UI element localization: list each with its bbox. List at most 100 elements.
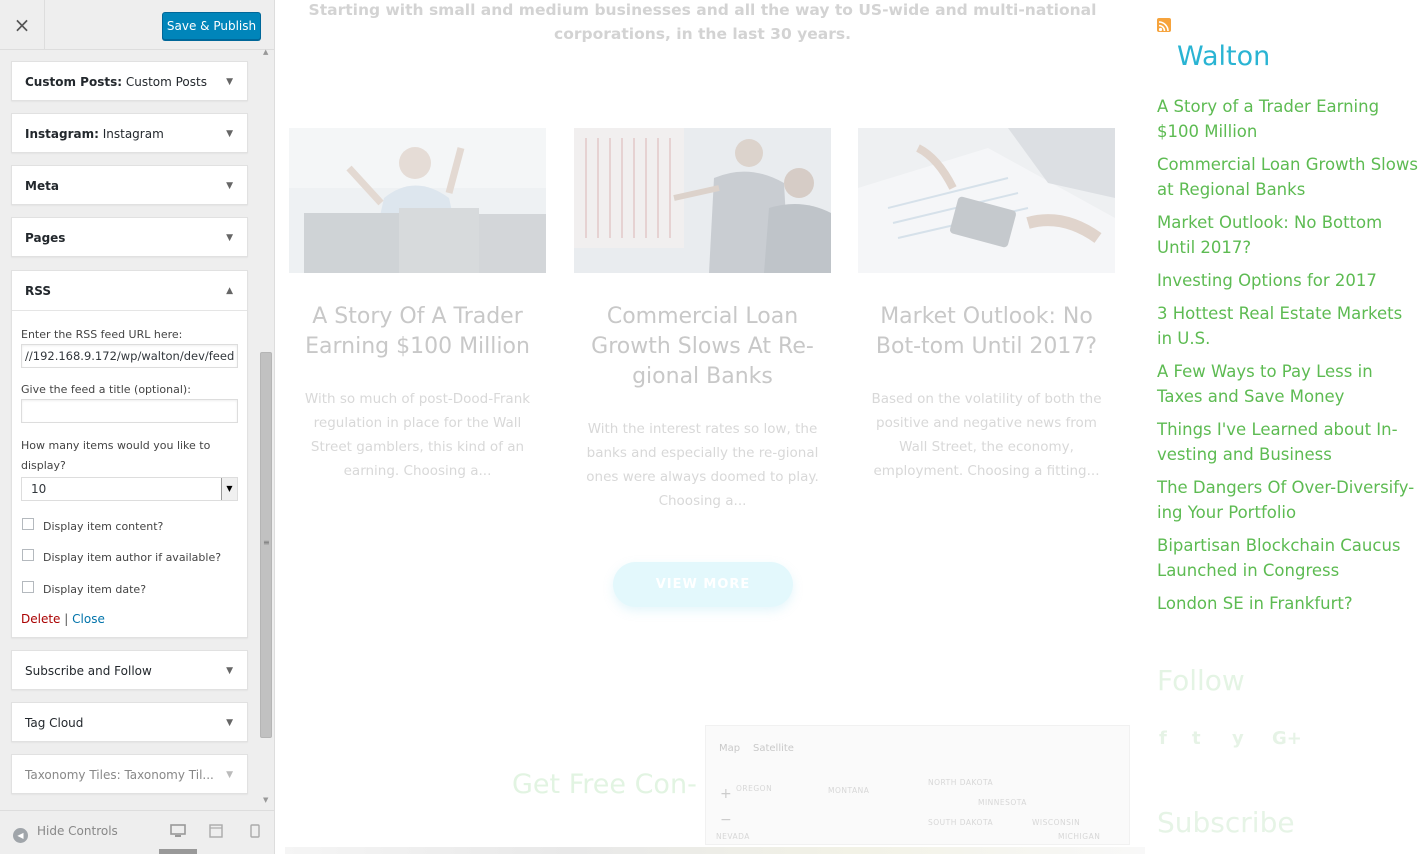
map[interactable]: Map Satellite + − OREGON MONTANA NORTH D… bbox=[705, 725, 1130, 845]
post-title[interactable]: Market Outlook: No Bot-tom Until 2017? bbox=[858, 302, 1115, 362]
rss-item-link[interactable]: A Few Ways to Pay Less in Taxes and Save… bbox=[1157, 359, 1419, 409]
delete-link[interactable]: Delete bbox=[21, 612, 60, 626]
rss-item-link[interactable]: Bipartisan Blockchain Caucus Launched in… bbox=[1157, 533, 1419, 583]
intro-text: Starting with small and medium businesse… bbox=[308, 1, 1097, 43]
panel-title: Tag Cloud bbox=[25, 716, 84, 730]
customizer-window: × Save & Publish Custom Posts: Custom Po… bbox=[0, 0, 1419, 854]
widget-actions: Delete | Close bbox=[21, 611, 105, 627]
rss-item-link[interactable]: London SE in Frankfurt? bbox=[1157, 591, 1419, 616]
rss-item-link[interactable]: Investing Options for 2017 bbox=[1157, 268, 1419, 293]
map-label: WISCONSIN bbox=[1032, 818, 1081, 827]
display-date-label: Display item date? bbox=[43, 583, 147, 596]
triangle-down-icon[interactable]: ▼ bbox=[226, 166, 233, 206]
feed-url-label: Enter the RSS feed URL here: bbox=[21, 328, 183, 341]
items-count-value: 10 bbox=[31, 482, 47, 496]
panel-title: Instagram: bbox=[25, 127, 99, 141]
items-count-label: How many items would you like to display… bbox=[21, 439, 211, 472]
save-publish-button[interactable]: Save & Publish bbox=[162, 12, 261, 40]
widget-panel-instagram[interactable]: Instagram: Instagram ▼ bbox=[11, 113, 248, 153]
scroll-up-icon[interactable]: ▲ bbox=[263, 48, 268, 56]
zoom-out-icon[interactable]: − bbox=[720, 812, 732, 828]
widget-panel-subscribe-follow[interactable]: Subscribe and Follow ▼ bbox=[11, 650, 248, 690]
sidebar-scrollbar[interactable]: ▲ ≡ ▼ bbox=[259, 46, 274, 808]
map-label: OREGON bbox=[736, 784, 773, 793]
panel-title: Taxonomy Tiles: bbox=[25, 768, 121, 782]
scrollbar-thumb[interactable]: ≡ bbox=[260, 352, 272, 738]
map-label: MINNESOTA bbox=[978, 798, 1027, 807]
triangle-down-icon[interactable]: ▼ bbox=[226, 703, 233, 743]
map-label: NEVADA bbox=[716, 832, 750, 841]
triangle-up-icon[interactable]: ▲ bbox=[226, 271, 233, 310]
customizer-header: × Save & Publish bbox=[0, 0, 274, 50]
post-excerpt: With so much of post-Dood-Frank regulati… bbox=[304, 391, 531, 479]
follow-title: Follow bbox=[1157, 664, 1245, 697]
widget-panel-meta[interactable]: Meta ▼ bbox=[11, 165, 248, 205]
panel-subtitle: Instagram bbox=[98, 127, 164, 141]
widget-panel-pages[interactable]: Pages ▼ bbox=[11, 217, 248, 257]
rss-widget-title[interactable]: Walton bbox=[1177, 40, 1270, 74]
triangle-down-icon[interactable]: ▼ bbox=[226, 651, 233, 691]
feed-title-input[interactable] bbox=[21, 399, 238, 423]
feed-url-input[interactable]: //192.168.9.172/wp/walton/dev/feed bbox=[21, 344, 238, 368]
feed-title-label: Give the feed a title (optional): bbox=[21, 383, 191, 396]
scroll-down-icon[interactable]: ▼ bbox=[263, 796, 268, 804]
post-image[interactable] bbox=[858, 128, 1115, 273]
post-image[interactable] bbox=[289, 128, 546, 273]
display-content-checkbox[interactable] bbox=[22, 518, 34, 530]
display-date-checkbox[interactable] bbox=[22, 581, 34, 593]
separator: | bbox=[64, 612, 69, 626]
rss-feed-list: A Story of a Trader Earning $100 Million… bbox=[1157, 94, 1419, 624]
triangle-down-icon[interactable]: ▼ bbox=[226, 114, 233, 154]
grip-icon: ≡ bbox=[263, 538, 270, 547]
post-image[interactable] bbox=[574, 128, 831, 273]
display-author-checkbox[interactable] bbox=[22, 549, 34, 561]
panel-subtitle: Custom Posts bbox=[122, 75, 207, 89]
triangle-down-icon[interactable]: ▼ bbox=[226, 62, 233, 102]
widget-panel-tag-cloud[interactable]: Tag Cloud ▼ bbox=[11, 702, 248, 742]
hide-controls-button[interactable]: ◀ Hide Controls bbox=[13, 823, 118, 843]
device-active-indicator bbox=[159, 849, 197, 854]
rss-item-link[interactable]: 3 Hottest Real Estate Markets in U.S. bbox=[1157, 301, 1419, 351]
post-title[interactable]: A Story Of A Trader Earning $100 Million bbox=[289, 302, 546, 362]
rss-item-link[interactable]: A Story of a Trader Earning $100 Million bbox=[1157, 94, 1419, 144]
tablet-icon[interactable] bbox=[209, 824, 223, 838]
rss-item-link[interactable]: The Dangers Of Over-Diversify-ing Your P… bbox=[1157, 475, 1419, 525]
items-count-select[interactable]: 10 ▼ bbox=[21, 477, 238, 501]
triangle-down-icon[interactable]: ▼ bbox=[226, 218, 233, 258]
site-preview: Starting with small and medium businesse… bbox=[275, 0, 1419, 854]
desktop-icon[interactable] bbox=[170, 824, 186, 838]
panel-title: Meta bbox=[25, 179, 59, 193]
mobile-icon[interactable] bbox=[250, 824, 260, 838]
map-label: MICHIGAN bbox=[1058, 832, 1101, 841]
rss-icon[interactable] bbox=[1157, 18, 1171, 32]
panel-subtitle: Taxonomy Til... bbox=[120, 768, 214, 782]
close-link[interactable]: Close bbox=[72, 612, 105, 626]
map-label: NORTH DAKOTA bbox=[928, 778, 994, 787]
subscribe-title: Subscribe bbox=[1157, 806, 1295, 839]
widget-panel-custom-posts[interactable]: Custom Posts: Custom Posts ▼ bbox=[11, 61, 248, 101]
panel-title: RSS bbox=[25, 284, 51, 298]
youtube-icon[interactable]: y bbox=[1232, 728, 1244, 749]
close-icon[interactable]: × bbox=[0, 0, 45, 50]
rss-item-link[interactable]: Commercial Loan Growth Slows at Regional… bbox=[1157, 152, 1419, 202]
widget-panel-taxonomy-tiles[interactable]: Taxonomy Tiles: Taxonomy Til... ▼ bbox=[11, 754, 248, 794]
map-tab[interactable]: Map bbox=[719, 743, 740, 754]
widget-panel-rss: RSS ▲ Enter the RSS feed URL here: //192.… bbox=[11, 270, 248, 638]
view-more-button[interactable]: VIEW MORE bbox=[613, 562, 793, 607]
panel-title: Custom Posts: bbox=[25, 75, 123, 89]
post-title[interactable]: Commercial Loan Growth Slows At Re-giona… bbox=[574, 302, 831, 392]
zoom-in-icon[interactable]: + bbox=[720, 786, 732, 802]
panel-title: Subscribe and Follow bbox=[25, 664, 152, 678]
facebook-icon[interactable]: f bbox=[1159, 728, 1167, 749]
satellite-tab[interactable]: Satellite bbox=[753, 743, 794, 754]
footer-strip bbox=[285, 847, 1145, 854]
google-plus-icon[interactable]: G+ bbox=[1272, 728, 1302, 749]
arrow-left-circle-icon: ◀ bbox=[13, 828, 28, 843]
triangle-down-icon[interactable]: ▼ bbox=[226, 755, 233, 795]
twitter-icon[interactable]: t bbox=[1192, 728, 1201, 749]
rss-item-link[interactable]: Things I've Learned about In-vesting and… bbox=[1157, 417, 1419, 467]
chevron-down-icon[interactable]: ▼ bbox=[221, 478, 237, 500]
rss-panel-header[interactable]: RSS ▲ bbox=[12, 271, 247, 311]
rss-item-link[interactable]: Market Outlook: No Bottom Until 2017? bbox=[1157, 210, 1419, 260]
post-excerpt: Based on the volatility of both the posi… bbox=[871, 391, 1102, 479]
